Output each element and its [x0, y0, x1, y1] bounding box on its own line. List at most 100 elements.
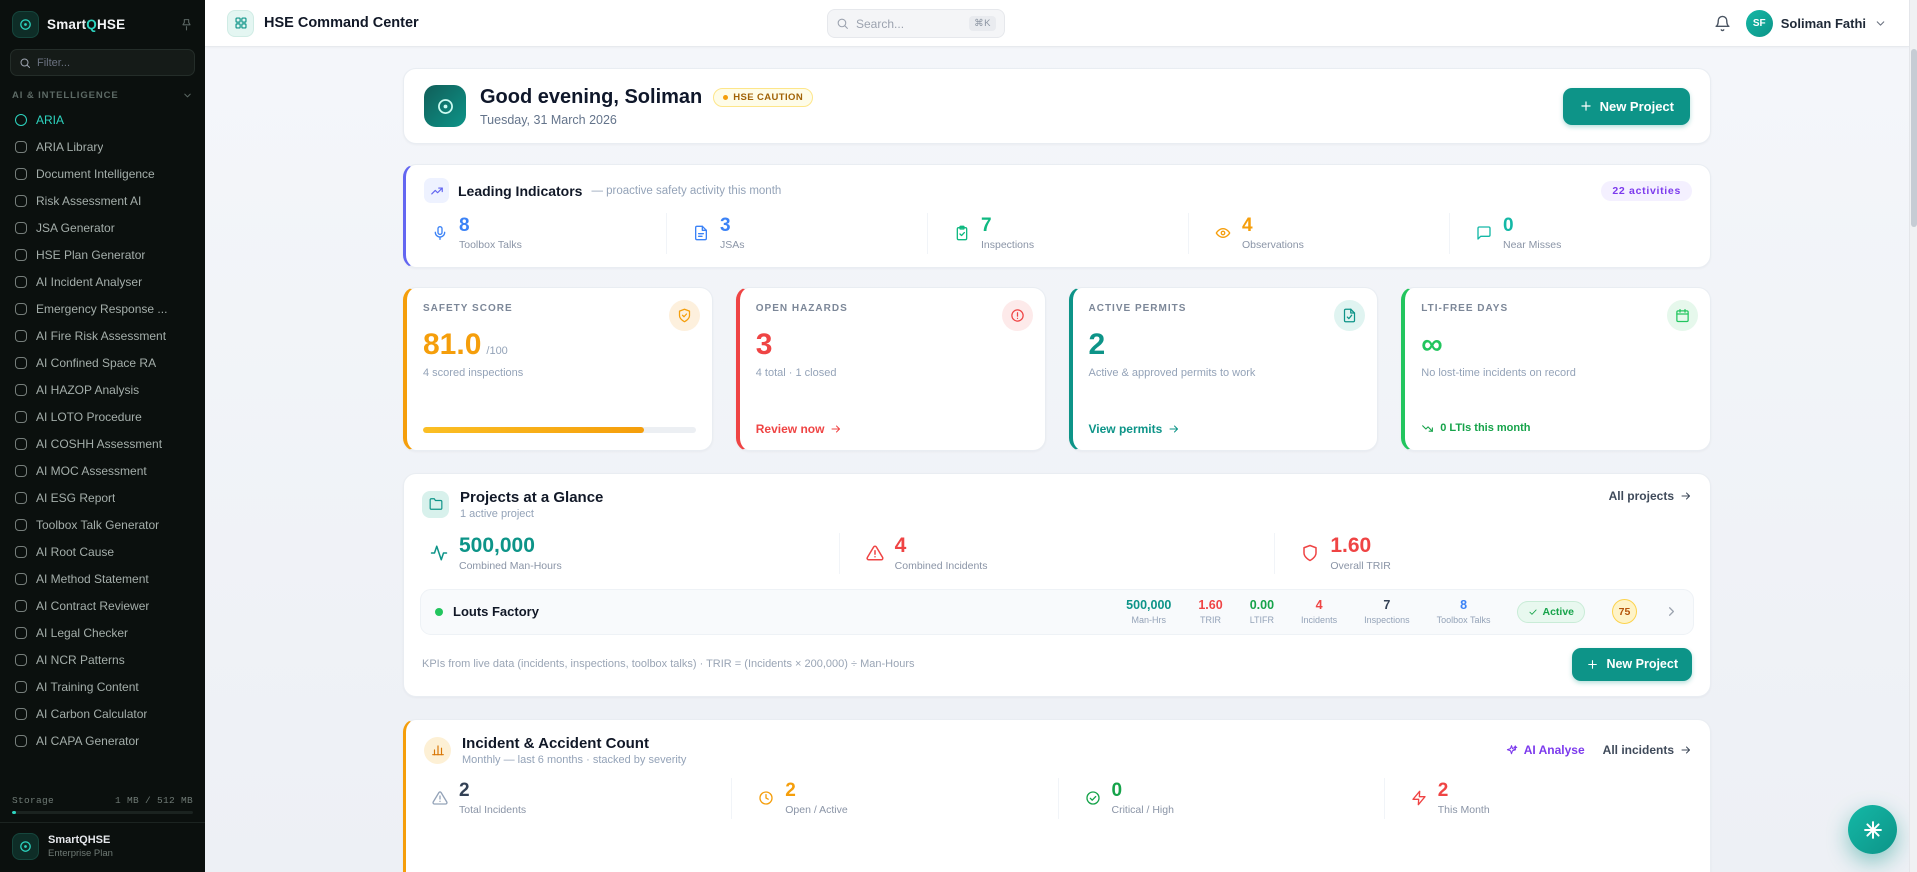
- sidebar-item-ai-legal-checker[interactable]: AI Legal Checker: [6, 619, 199, 646]
- sidebar-item-label: AI Carbon Calculator: [36, 706, 148, 721]
- ai-assistant-button[interactable]: [1848, 805, 1897, 854]
- stat-value: 3: [720, 215, 731, 236]
- lti-month-note: 0 LTIs this month: [1421, 422, 1531, 435]
- review-hazards-link[interactable]: Review now: [756, 422, 843, 436]
- scrollbar[interactable]: [1909, 0, 1917, 872]
- sidebar-item-label: ARIA Library: [36, 139, 104, 154]
- sidebar-item-jsa-generator[interactable]: JSA Generator: [6, 214, 199, 241]
- sidebar-item-ai-root-cause[interactable]: AI Root Cause: [6, 538, 199, 565]
- brand-logo-icon: [424, 85, 466, 127]
- sidebar-item-label: HSE Plan Generator: [36, 247, 146, 262]
- all-incidents-link[interactable]: All incidents: [1603, 743, 1692, 757]
- sidebar-item-aria-library[interactable]: ARIA Library: [6, 133, 199, 160]
- user-menu[interactable]: SF Soliman Fathi: [1745, 9, 1887, 37]
- eye-icon: [1215, 225, 1231, 241]
- sidebar-item-risk-assessment-ai[interactable]: Risk Assessment AI: [6, 187, 199, 214]
- sidebar-item-ai-training-content[interactable]: AI Training Content: [6, 673, 199, 700]
- top-bar: HSE Command Center ⌘K SF Soliman Fathi: [205, 0, 1909, 47]
- metric-value: 0.00: [1249, 598, 1275, 613]
- calendar-icon: [1667, 299, 1698, 331]
- sidebar-item-aria[interactable]: ARIA: [6, 106, 199, 133]
- mic-icon: [432, 225, 448, 241]
- kpi-subtitle: No lost-time incidents on record: [1421, 366, 1576, 379]
- ai-asterisk-icon: [1863, 820, 1883, 840]
- stat-inspections: 7 Inspections: [927, 213, 1188, 254]
- sidebar-filter[interactable]: [10, 49, 195, 76]
- sidebar-item-ai-esg-report[interactable]: AI ESG Report: [6, 484, 199, 511]
- new-project-button[interactable]: New Project: [1572, 647, 1692, 681]
- search-input[interactable]: [856, 16, 963, 31]
- sidebar-item-ai-hazop-analysis[interactable]: AI HAZOP Analysis: [6, 376, 199, 403]
- sidebar-item-ai-fire-risk-assessment[interactable]: AI Fire Risk Assessment: [6, 322, 199, 349]
- brand-name: SmartQHSE: [47, 17, 125, 32]
- kpi-title: LTI-FREE DAYS: [1421, 302, 1509, 314]
- metric-value: 500,000: [1126, 598, 1172, 613]
- hse-plan-icon: [15, 248, 27, 261]
- global-search[interactable]: ⌘K: [827, 9, 1005, 38]
- sidebar-footer: SmartQHSE Enterprise Plan: [0, 822, 205, 872]
- sidebar-item-hse-plan-generator[interactable]: HSE Plan Generator: [6, 241, 199, 268]
- lti-free-days-card: LTI-FREE DAYS ∞ No lost-time incidents o…: [1401, 286, 1711, 451]
- sidebar-item-ai-coshh-assessment[interactable]: AI COSHH Assessment: [6, 430, 199, 457]
- sidebar-item-label: AI NCR Patterns: [36, 652, 125, 667]
- sidebar-item-ai-confined-space-ra[interactable]: AI Confined Space RA: [6, 349, 199, 376]
- stat-label: JSAs: [720, 238, 745, 251]
- notifications-bell-icon[interactable]: [1714, 15, 1731, 32]
- ai-analyse-link[interactable]: AI Analyse: [1505, 743, 1585, 757]
- all-projects-link[interactable]: All projects: [1609, 489, 1692, 503]
- sidebar-item-ai-loto-procedure[interactable]: AI LOTO Procedure: [6, 403, 199, 430]
- stat-observations: 4 Observations: [1188, 213, 1449, 254]
- metric-man-hrs: 500,000 Man-Hrs: [1126, 598, 1172, 625]
- stat-jsas: 3 JSAs: [666, 213, 927, 254]
- sidebar-item-label: ARIA: [36, 112, 65, 127]
- sidebar-item-label: AI MOC Assessment: [36, 463, 147, 478]
- sidebar-item-ai-contract-reviewer[interactable]: AI Contract Reviewer: [6, 592, 199, 619]
- section-title: Leading Indicators: [458, 182, 583, 199]
- metric-incidents: 4 Incidents: [1301, 598, 1337, 625]
- section-subtitle: Monthly — last 6 months · stacked by sev…: [462, 753, 687, 766]
- brand-suffix: HSE: [96, 17, 126, 32]
- sidebar-item-label: JSA Generator: [36, 220, 115, 235]
- sidebar-item-ai-ncr-patterns[interactable]: AI NCR Patterns: [6, 646, 199, 673]
- new-project-button[interactable]: New Project: [1562, 87, 1690, 125]
- file-check-icon: [1334, 299, 1366, 331]
- project-row-louts-factory[interactable]: Louts Factory 500,000 Man-Hrs 1.60 TRIR 0.…: [420, 588, 1694, 635]
- view-permits-link[interactable]: View permits: [1089, 422, 1181, 436]
- projects-card: Projects at a Glance 1 active project Al…: [403, 472, 1711, 697]
- pin-sidebar-icon[interactable]: [180, 18, 193, 31]
- sidebar-filter-input[interactable]: [37, 56, 186, 69]
- stat-value: 1.60: [1330, 533, 1372, 557]
- page-title: HSE Command Center: [264, 15, 419, 31]
- sidebar-item-toolbox-talk-generator[interactable]: Toolbox Talk Generator: [6, 511, 199, 538]
- sidebar-item-ai-carbon-calculator[interactable]: AI Carbon Calculator: [6, 700, 199, 727]
- stat-value: 2: [459, 779, 470, 801]
- sidebar-item-ai-moc-assessment[interactable]: AI MOC Assessment: [6, 457, 199, 484]
- sidebar-item-ai-capa-generator[interactable]: AI CAPA Generator: [6, 727, 199, 754]
- kpi-subtitle: 4 total · 1 closed: [755, 366, 837, 379]
- clock-icon: [758, 790, 774, 806]
- sidebar-section-header[interactable]: AI & INTELLIGENCE: [0, 84, 205, 104]
- stat-near-misses: 0 Near Misses: [1449, 213, 1710, 254]
- chevron-right-icon: [1664, 604, 1679, 619]
- zap-icon: [1411, 790, 1427, 806]
- stat-label: Overall TRIR: [1330, 559, 1391, 572]
- loto-icon: [15, 410, 27, 423]
- stat-label: This Month: [1437, 803, 1490, 816]
- brand-logo-icon: [12, 833, 39, 860]
- sidebar-item-ai-incident-analyser[interactable]: AI Incident Analyser: [6, 268, 199, 295]
- sidebar-item-ai-method-statement[interactable]: AI Method Statement: [6, 565, 199, 592]
- metric-value: 7: [1383, 598, 1391, 613]
- activities-badge: 22 activities: [1601, 180, 1692, 201]
- footer-brand-name: SmartQHSE: [48, 834, 111, 846]
- stat-value: 4: [1242, 215, 1253, 236]
- badge-label: Active: [1542, 605, 1574, 618]
- esg-report-icon: [15, 491, 27, 504]
- stat-value: 8: [459, 215, 470, 236]
- sidebar-item-emergency-response[interactable]: Emergency Response ...: [6, 295, 199, 322]
- kpi-title: SAFETY SCORE: [423, 302, 513, 314]
- alert-triangle-icon: [432, 790, 448, 806]
- scrollbar-thumb[interactable]: [1911, 49, 1917, 227]
- sidebar-item-document-intelligence[interactable]: Document Intelligence: [6, 160, 199, 187]
- confined-space-icon: [15, 356, 27, 369]
- metric-toolbox-talks: 8 Toolbox Talks: [1437, 598, 1491, 625]
